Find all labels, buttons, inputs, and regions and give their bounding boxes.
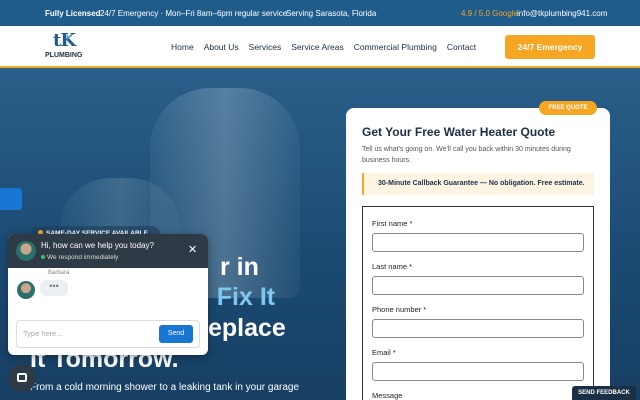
- chat-input[interactable]: Type here...: [23, 329, 63, 338]
- nav-item-contact[interactable]: Contact: [447, 42, 476, 52]
- phone-field[interactable]: [372, 319, 584, 338]
- nav-item-service-areas[interactable]: Service Areas: [291, 42, 343, 52]
- callback-guarantee: 30-Minute Callback Guarantee — No obliga…: [362, 173, 594, 195]
- online-status-icon: [41, 255, 45, 259]
- site-logo[interactable]: tK + PLUMBING: [45, 30, 87, 64]
- chat-widget: Hi, how can we help you today? We respon…: [8, 234, 208, 355]
- nav-item-commercial-plumbing[interactable]: Commercial Plumbing: [354, 42, 437, 52]
- close-icon[interactable]: ✕: [188, 244, 197, 256]
- first-name-field[interactable]: [372, 233, 584, 252]
- phone-label: Phone number *: [372, 305, 427, 314]
- free-quote-badge: FREE QUOTE: [539, 101, 597, 115]
- hero-subtext: From a cold morning shower to a leaking …: [30, 382, 300, 393]
- agent-avatar-icon: [16, 241, 36, 261]
- email-link[interactable]: info@tkplumbing941.com: [517, 9, 607, 18]
- nav-item-about-us[interactable]: About Us: [204, 42, 239, 52]
- main-navigation: tK + PLUMBING Home About Us Services Ser…: [0, 26, 640, 68]
- chat-greeting: Hi, how can we help you today?: [41, 241, 154, 250]
- nav-item-services[interactable]: Services: [249, 42, 282, 52]
- hours-label: 24/7 Emergency · Mon–Fri 8am–6pm regular…: [100, 9, 288, 18]
- chat-status-label: We respond immediately: [47, 254, 119, 261]
- quote-subtitle: Tell us what's going on. We'll call you …: [362, 146, 571, 164]
- nav-item-home[interactable]: Home: [171, 42, 194, 52]
- last-name-label: Last name *: [372, 262, 413, 271]
- chat-send-button[interactable]: Send: [159, 325, 193, 343]
- logo-wordmark: PLUMBING: [45, 52, 83, 59]
- logo-plus-icon: +: [65, 32, 71, 42]
- chat-header: Hi, how can we help you today? We respon…: [8, 234, 208, 268]
- google-rating[interactable]: 4.9 / 5.0 Google: [461, 9, 518, 18]
- message-label: Message: [372, 391, 403, 400]
- chat-input-row: Type here... Send: [16, 320, 200, 348]
- side-tab-button[interactable]: [0, 188, 22, 210]
- quote-form-card: Get Your Free Water Heater Quote Tell us…: [346, 108, 610, 400]
- email-label: Email *: [372, 348, 396, 357]
- send-feedback-button[interactable]: SEND FEEDBACK: [572, 386, 636, 400]
- first-name-label: First name *: [372, 219, 413, 228]
- chat-launcher-button[interactable]: [8, 364, 36, 392]
- headline-line-3: eplace: [208, 314, 286, 342]
- emergency-button[interactable]: 24/7 Emergency: [505, 35, 595, 59]
- quote-form: First name * Last name * Phone number * …: [362, 206, 594, 400]
- chat-status: We respond immediately: [41, 254, 118, 261]
- agent-name: Barbara: [48, 270, 70, 276]
- licensed-label: Fully Licensed: [45, 9, 101, 18]
- last-name-field[interactable]: [372, 276, 584, 295]
- agent-avatar: [17, 281, 35, 299]
- service-area-label: Serving Sarasota, Florida: [286, 9, 377, 18]
- typing-indicator: •••: [40, 280, 68, 296]
- logo-mark: tK: [53, 30, 76, 51]
- email-field[interactable]: [372, 362, 584, 381]
- nav-menu: Home About Us Services Service Areas Com…: [171, 42, 486, 52]
- quote-title: Get Your Free Water Heater Quote: [362, 125, 556, 139]
- chat-icon: [17, 373, 27, 382]
- headline-line-1: r in: [220, 253, 259, 281]
- top-info-bar: Fully Licensed 24/7 Emergency · Mon–Fri …: [0, 0, 640, 26]
